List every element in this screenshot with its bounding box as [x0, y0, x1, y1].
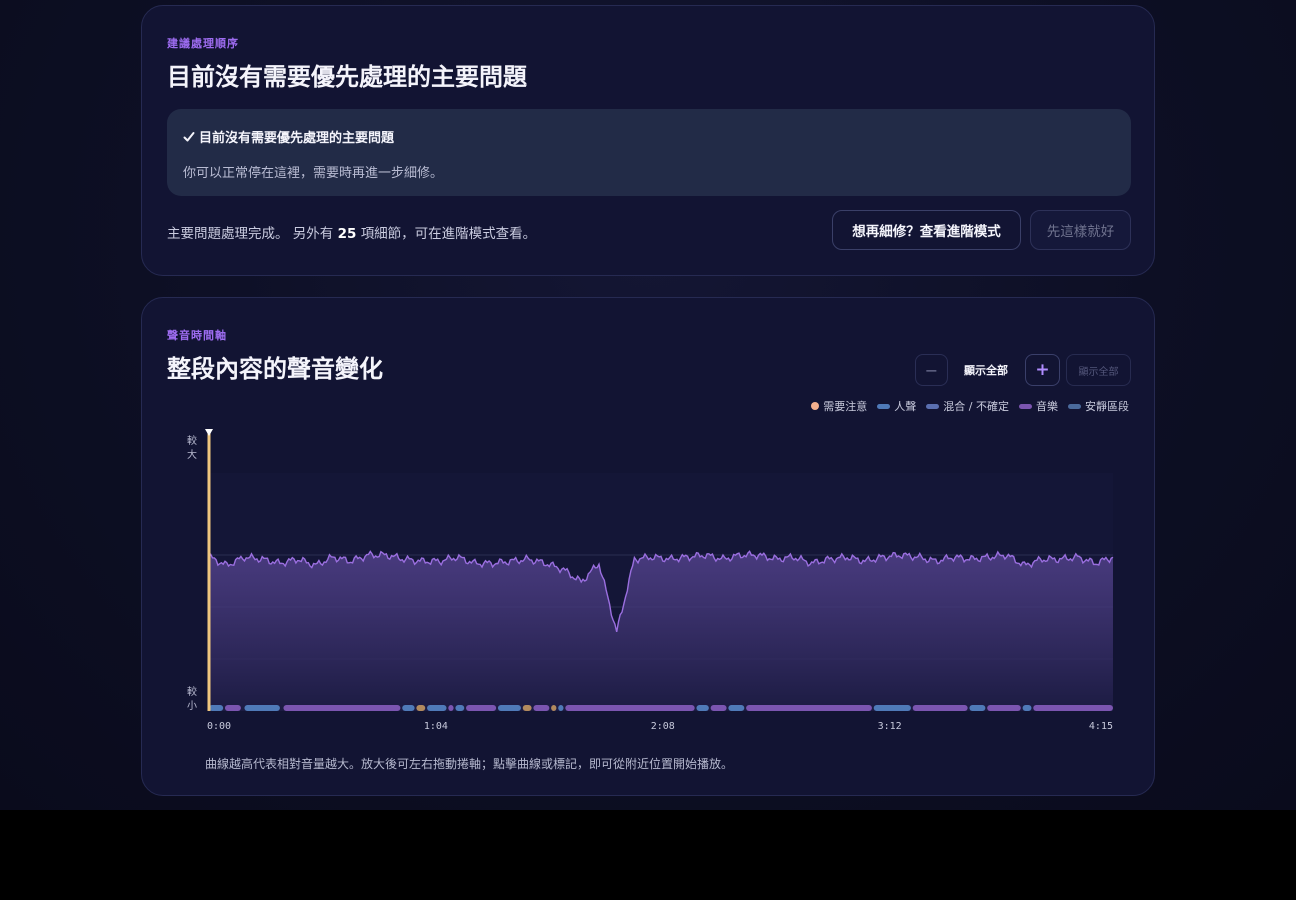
- check-icon: [183, 131, 195, 141]
- audio-timeline-card: 聲音時間軸 整段內容的聲音變化 − 顯示全部 + 顯示全部 需要注意 人聲 混合 /…: [141, 297, 1155, 796]
- y-label-bottom: 較: [187, 685, 197, 698]
- x-tick-label: 2:08: [651, 721, 675, 732]
- summary-prefix: 主要問題處理完成。 另外有: [167, 226, 334, 242]
- notice-heading: 目前沒有需要優先處理的主要問題: [183, 127, 394, 146]
- notice-title: 目前沒有需要優先處理的主要問題: [199, 131, 395, 146]
- segment-marker-voice[interactable]: [1022, 705, 1032, 711]
- summary-count: 25: [337, 226, 357, 242]
- segment-marker-attention[interactable]: [551, 705, 557, 711]
- x-tick-label: 3:12: [878, 721, 902, 732]
- summary-text: 主要問題處理完成。 另外有 25 項細節，可在進階模式查看。: [167, 222, 536, 242]
- segment-marker-voice[interactable]: [696, 705, 709, 711]
- segment-marker-voice[interactable]: [558, 705, 564, 711]
- segment-marker-music[interactable]: [448, 705, 454, 711]
- notice-body: 你可以正常停在這裡，需要時再進一步細修。: [183, 166, 444, 181]
- segment-marker-music[interactable]: [533, 705, 550, 711]
- x-tick-label: 0:00: [207, 721, 231, 732]
- status-notice: 目前沒有需要優先處理的主要問題 你可以正常停在這裡，需要時再進一步細修。: [167, 109, 1131, 196]
- y-label-top: 大: [187, 448, 197, 461]
- chart-caption: 曲線越高代表相對音量越大。放大後可左右拖動捲軸；點擊曲線或標記，即可從附近位置開…: [205, 757, 734, 771]
- segment-marker-voice[interactable]: [728, 705, 745, 711]
- y-label-top: 較: [187, 434, 197, 447]
- x-tick-label: 1:04: [424, 721, 448, 732]
- segment-marker-voice[interactable]: [969, 705, 986, 711]
- volume-timeline-chart[interactable]: 較大較小0:00 1:04 2:08 3:12 4:15: [142, 298, 1156, 748]
- segment-marker-music[interactable]: [565, 705, 695, 711]
- segment-marker-music[interactable]: [224, 705, 241, 711]
- volume-area[interactable]: [209, 551, 1113, 711]
- segment-marker-music[interactable]: [987, 705, 1021, 711]
- segment-marker-music[interactable]: [1033, 705, 1113, 711]
- segment-marker-voice[interactable]: [244, 705, 280, 711]
- x-tick-label: 4:15: [1089, 721, 1113, 732]
- processing-plan-card: 建議處理順序 目前沒有需要優先處理的主要問題 目前沒有需要優先處理的主要問題 你…: [141, 5, 1155, 276]
- segment-marker-voice[interactable]: [402, 705, 415, 711]
- playhead-handle-icon[interactable]: [205, 429, 213, 436]
- segment-marker-music[interactable]: [283, 705, 401, 711]
- segment-marker-voice[interactable]: [455, 705, 465, 711]
- segment-marker-music[interactable]: [710, 705, 727, 711]
- segment-marker-voice[interactable]: [497, 705, 521, 711]
- summary-suffix: 項細節，可在進階模式查看。: [360, 226, 537, 242]
- plan-eyebrow: 建議處理順序: [167, 37, 239, 50]
- y-label-bottom: 小: [187, 700, 197, 712]
- done-button[interactable]: 先這樣就好: [1030, 210, 1131, 250]
- plan-title: 目前沒有需要優先處理的主要問題: [167, 63, 527, 91]
- advanced-mode-button[interactable]: 想再細修？查看進階模式: [832, 210, 1021, 250]
- segment-marker-music[interactable]: [746, 705, 872, 711]
- segment-marker-music[interactable]: [466, 705, 497, 711]
- segment-marker-attention[interactable]: [522, 705, 532, 711]
- segment-marker-voice[interactable]: [427, 705, 447, 711]
- segment-marker-attention[interactable]: [416, 705, 426, 711]
- segment-marker-music[interactable]: [912, 705, 968, 711]
- segment-marker-voice[interactable]: [209, 705, 224, 711]
- segment-marker-voice[interactable]: [873, 705, 911, 711]
